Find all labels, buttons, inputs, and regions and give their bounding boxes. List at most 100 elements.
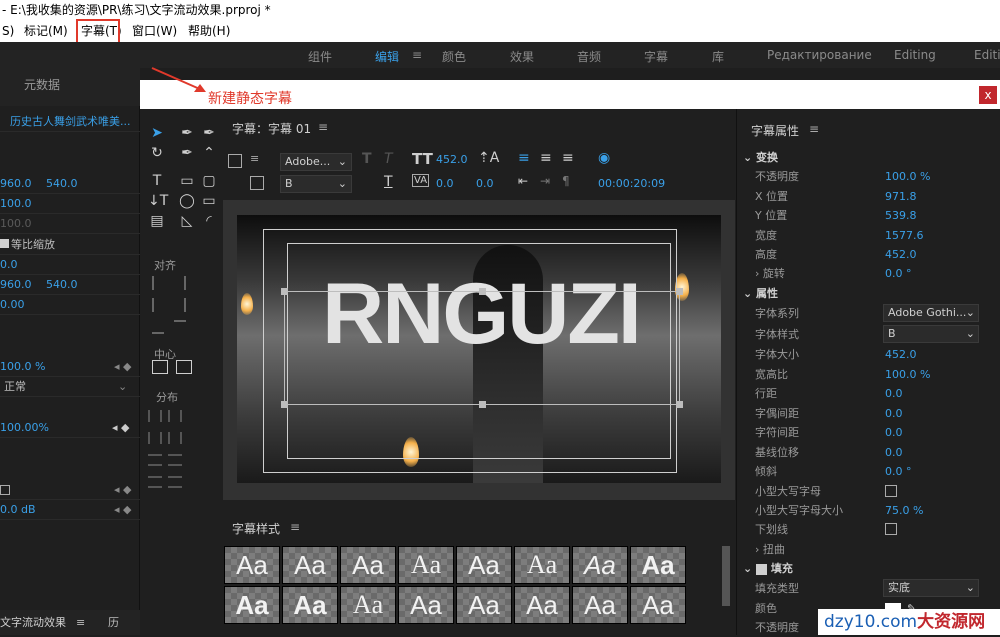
chevron-down-icon[interactable]: ⌄ <box>118 377 127 397</box>
style-swatch[interactable]: Aa <box>630 586 686 624</box>
timecode-value[interactable]: 00:00:20:09 <box>598 177 665 190</box>
menu-icon[interactable]: ≡ <box>412 48 422 62</box>
menu-item-marker[interactable]: 标记(M) <box>24 20 68 42</box>
resize-handle[interactable] <box>281 401 288 408</box>
center-vertical-icon[interactable] <box>176 360 192 374</box>
keyframe-nav-icon[interactable]: ◂ ◆ <box>114 357 131 377</box>
bypass-checkbox[interactable] <box>0 485 10 495</box>
distribute-icon[interactable] <box>168 454 182 466</box>
style-swatch[interactable]: Aa <box>340 586 396 624</box>
tab-audio[interactable]: 音频 <box>577 48 601 65</box>
menu-icon[interactable]: ≡ <box>809 122 819 136</box>
tab-editing-ru[interactable]: Редактирование <box>767 48 872 62</box>
style-swatch[interactable]: Aa <box>456 546 512 584</box>
font-size-value[interactable]: 452.0 <box>436 153 468 166</box>
tab-titles[interactable]: 字幕 <box>644 48 668 65</box>
font-family-select[interactable]: Adobe... ⌄ <box>280 153 352 171</box>
menu-item-help[interactable]: 帮助(H) <box>188 20 230 42</box>
speed-value[interactable]: 100.00% <box>0 421 49 434</box>
tab-editing-en[interactable]: Editing <box>894 48 936 62</box>
show-video-icon[interactable]: ◉ <box>598 150 610 166</box>
style-swatch[interactable]: Aa <box>572 546 628 584</box>
align-left-text-icon[interactable]: ≡ <box>518 150 530 166</box>
tab-libraries[interactable]: 库 <box>712 48 724 65</box>
font-style-select[interactable]: B ⌄ <box>883 325 979 343</box>
anti-flicker-value[interactable]: 0.00 <box>0 298 25 311</box>
arc-tool-icon[interactable]: ◜ <box>200 212 218 230</box>
position-y[interactable]: 540.0 <box>46 174 78 194</box>
tab-stops-icon[interactable]: ¶ <box>562 174 570 188</box>
leading-value[interactable]: 0.0 <box>885 384 903 403</box>
smallcaps-checkbox[interactable] <box>885 485 897 497</box>
distribute-icon[interactable] <box>168 432 182 444</box>
underline-icon[interactable]: T <box>384 174 393 190</box>
style-swatch[interactable]: Aa <box>340 546 396 584</box>
style-swatch[interactable]: Aa <box>282 546 338 584</box>
anchor-x[interactable]: 960.0 <box>0 275 32 295</box>
distribute-icon[interactable] <box>168 410 182 422</box>
menu-icon[interactable]: ≡ <box>76 610 85 635</box>
tab-stops-icon[interactable]: ⇥ <box>540 174 550 188</box>
transform-section[interactable]: ⌄ 变换 <box>737 148 987 167</box>
rotation-row[interactable]: › 旋转 0.0 ° <box>737 264 987 283</box>
resize-handle[interactable] <box>479 288 486 295</box>
resize-handle[interactable] <box>281 288 288 295</box>
clipped-rect-tool-icon[interactable]: ▭ <box>200 192 218 210</box>
distribute-icon[interactable] <box>148 454 162 466</box>
blend-mode-select[interactable]: 正常 <box>4 377 26 397</box>
align-top-icon[interactable] <box>174 320 186 334</box>
center-horizontal-icon[interactable] <box>152 360 168 374</box>
style-swatch[interactable]: Aa <box>514 546 570 584</box>
distribute-icon[interactable] <box>168 476 182 488</box>
align-right-text-icon[interactable]: ≡ <box>562 150 574 166</box>
align-center-text-icon[interactable]: ≡ <box>540 150 552 166</box>
fill-type-select[interactable]: 实底 ⌄ <box>883 579 979 597</box>
style-swatch[interactable]: Aa <box>630 546 686 584</box>
style-swatch[interactable]: Aa <box>398 546 454 584</box>
style-swatch[interactable]: Aa <box>282 586 338 624</box>
add-anchor-icon[interactable]: ✒ <box>178 144 196 162</box>
distort-row[interactable]: › 扭曲 <box>737 540 987 559</box>
width-value[interactable]: 1577.6 <box>885 226 924 245</box>
align-left-icon[interactable] <box>152 276 164 290</box>
tab-history[interactable]: 历 <box>108 610 119 635</box>
align-bottom-icon[interactable] <box>152 320 164 334</box>
keyframe-nav-icon[interactable]: ◂ ◆ <box>114 500 131 520</box>
distribute-icon[interactable] <box>148 476 162 488</box>
aspect-value[interactable]: 100.0 % <box>885 365 930 384</box>
tab-color[interactable]: 颜色 <box>442 48 466 65</box>
opacity-value[interactable]: 100.0 % <box>885 167 930 186</box>
resize-handle[interactable] <box>479 401 486 408</box>
fill-checkbox[interactable] <box>756 563 768 575</box>
align-right-icon[interactable] <box>174 276 186 290</box>
resize-handle[interactable] <box>676 288 683 295</box>
properties-section[interactable]: ⌄ 属性 <box>737 284 987 303</box>
styles-scrollbar[interactable] <box>722 546 730 606</box>
style-swatch[interactable]: Aa <box>572 586 628 624</box>
area-type-tool-icon[interactable]: ▤ <box>148 212 166 230</box>
leading-value[interactable]: 0.0 <box>476 177 494 190</box>
fill-section[interactable]: ⌄ 填充 <box>737 559 987 578</box>
convert-anchor-icon[interactable]: ⌃ <box>200 144 218 162</box>
distribute-icon[interactable] <box>148 432 162 444</box>
tab-assembly[interactable]: 组件 <box>308 48 332 65</box>
style-swatch[interactable]: Aa <box>456 586 512 624</box>
x-position-value[interactable]: 971.8 <box>885 187 917 206</box>
style-swatch[interactable]: Aa <box>514 586 570 624</box>
tab-effects[interactable]: 效果 <box>510 48 534 65</box>
position-x[interactable]: 960.0 <box>0 174 32 194</box>
tab-metadata[interactable]: 元数据 <box>24 76 60 93</box>
tab-editing[interactable]: 编辑 <box>375 48 399 65</box>
template-icon[interactable] <box>250 176 264 190</box>
y-position-value[interactable]: 539.8 <box>885 206 917 225</box>
distribute-icon[interactable] <box>148 410 162 422</box>
align-center-icon[interactable] <box>152 298 164 312</box>
rotation-value[interactable]: 0.0 ° <box>885 264 912 283</box>
anchor-y[interactable]: 540.0 <box>46 275 78 295</box>
font-size-value[interactable]: 452.0 <box>885 345 917 364</box>
scale-value[interactable]: 100.0 <box>0 197 32 210</box>
video-preview[interactable]: RNGUZI <box>237 215 721 483</box>
style-swatch[interactable]: Aa <box>398 586 454 624</box>
pen-tool-icon[interactable]: ✒ <box>200 124 218 142</box>
style-swatch[interactable]: Aa <box>224 586 280 624</box>
